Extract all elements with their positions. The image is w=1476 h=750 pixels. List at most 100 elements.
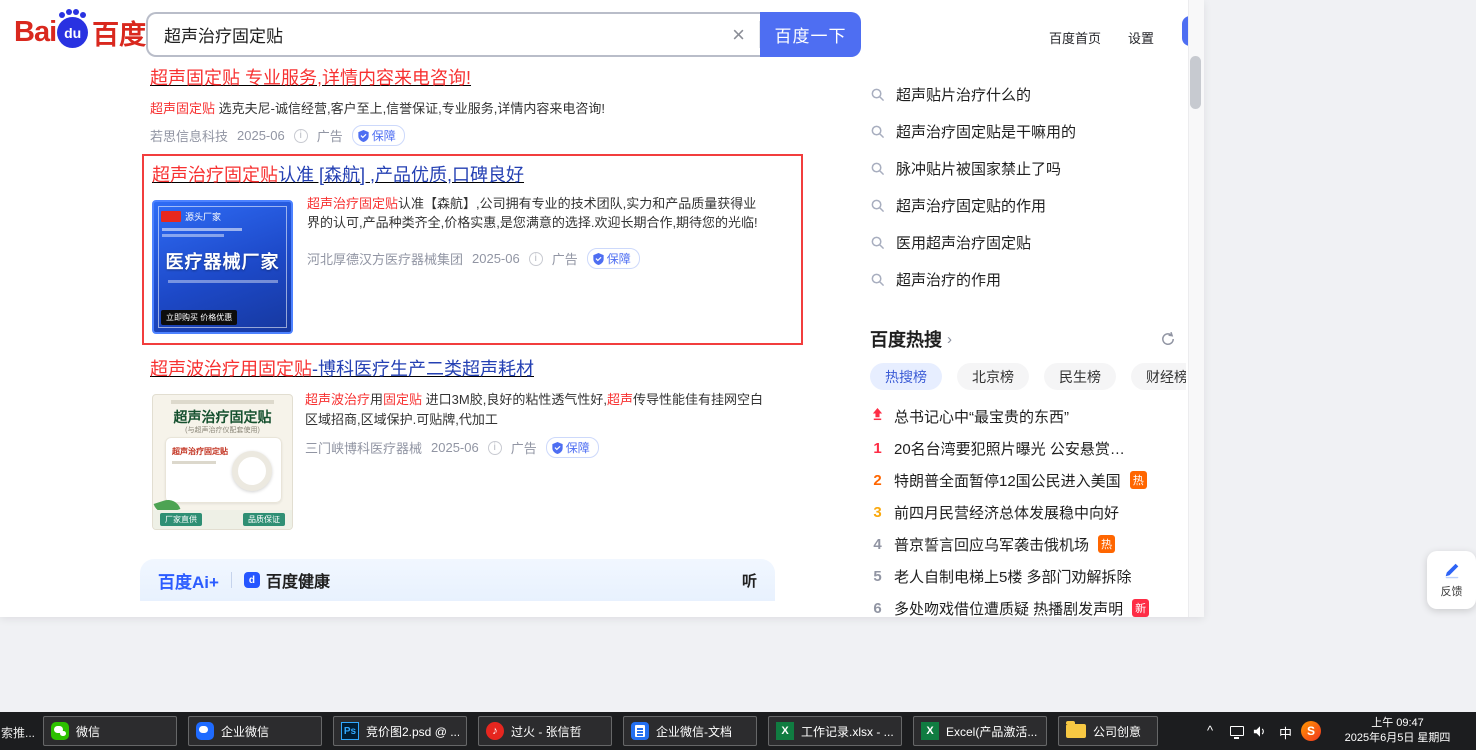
decor-line [171,400,274,404]
baozhang-badge[interactable]: 保障 [587,248,640,269]
search-icon [870,124,885,139]
scrollbar-thumb[interactable] [1190,56,1201,109]
feedback-button[interactable]: 反馈 [1427,551,1476,609]
speaker-icon[interactable] [1253,725,1267,743]
decor-line [162,234,224,237]
browser-page: Bai du 百度 × 百度一下 百度首页 设置 超声固定贴 专业服务,详情内容… [0,0,1204,617]
taskbar-photoshop[interactable]: Ps 竞价图2.psd @ ... [333,716,467,746]
input-language-indicator[interactable]: 中 [1279,723,1292,742]
badge-label: 保障 [607,250,631,267]
top-pin-icon [870,407,885,425]
desc-highlight: 超声治疗固定贴 [307,196,398,211]
photoshop-icon: Ps [341,722,359,740]
result-date: 2025-06 [431,440,479,455]
hot-item-text: 普京誓言回应乌军袭击俄机场 [894,534,1089,555]
related-search-item[interactable]: 超声治疗的作用 [870,261,1188,298]
nav-settings[interactable]: 设置 [1128,28,1154,47]
taskbar-overflow-item[interactable]: 索推... [1,724,39,741]
baozhang-badge[interactable]: 保障 [352,125,405,146]
shield-icon [358,130,369,142]
taskbar-wecom-doc[interactable]: 企业微信-文档 [623,716,757,746]
tab-hot-list[interactable]: 热搜榜 [870,363,942,390]
excel-icon: X [921,722,939,740]
health-d-icon: d [244,572,260,588]
clear-search-icon[interactable]: × [718,24,759,46]
thumb-footer: 厂家直供 品质保证 [153,510,292,529]
refresh-icon[interactable] [1160,331,1176,347]
taskbar-folder[interactable]: 公司创意 [1058,716,1158,746]
decor-line [168,280,278,283]
related-search-item[interactable]: 超声治疗固定贴的作用 [870,187,1188,224]
thumb-buy-button: 立即购买 价格优惠 [161,310,237,325]
taskbar-label: 过火 - 张信哲 [511,723,604,740]
search-icon [870,87,885,102]
taskbar-wechat[interactable]: 微信 [43,716,177,746]
hot-item[interactable]: 3 前四月民营经济总体发展稳中向好 [870,496,1186,528]
result-thumbnail[interactable]: 超声治疗固定贴 (与超声治疗仪配套使用) 超声治疗固定贴 厂家直供 品质保证 [152,394,293,530]
result-source: 若思信息科技 [150,126,228,145]
desc-highlight: 超声波治疗 [305,392,370,407]
taskbar-music-player[interactable]: 过火 - 张信哲 [478,716,612,746]
hot-item[interactable]: 5 老人自制电梯上5楼 多部门劝解拆除 [870,560,1186,592]
desc-highlight: 超声固定贴 [150,101,215,116]
hot-item[interactable]: 1 20名台湾要犯照片曝光 公安悬赏… [870,432,1186,464]
search-result-ad-1: 超声固定贴 专业服务,详情内容来电咨询! 超声固定贴 选克夫尼-诚信经营,客户至… [150,66,810,146]
hot-item[interactable]: 4 普京誓言回应乌军袭击俄机场 热 [870,528,1186,560]
hot-item-text: 特朗普全面暂停12国公民进入美国 [894,470,1121,491]
taskbar-wecom[interactable]: 企业微信 [188,716,322,746]
ad-label: 广告 [511,438,537,457]
taskbar-label: 企业微信-文档 [656,723,749,740]
pencil-icon [1443,561,1461,579]
ad-label: 广告 [552,249,578,268]
related-search-item[interactable]: 超声贴片治疗什么的 [870,76,1188,113]
badge-label: 保障 [566,439,590,456]
hot-search-card: 百度热搜 › 热搜榜 北京榜 民生榜 财经榜 总书记心中“最宝贵的东西” 1 [870,326,1186,617]
nav-baidu-home[interactable]: 百度首页 [1049,28,1101,47]
tab-livelihood-list[interactable]: 民生榜 [1044,363,1116,390]
hot-item-top[interactable]: 总书记心中“最宝贵的东西” [870,400,1186,432]
tab-beijing-list[interactable]: 北京榜 [957,363,1029,390]
listen-button[interactable]: 听 [742,570,757,591]
result-thumbnail[interactable]: 源头厂家 医疗器械厂家 立即购买 价格优惠 [152,200,293,334]
baidu-logo[interactable]: Bai du 百度 [14,13,146,52]
taskbar-clock[interactable]: 上午 09:47 2025年6月5日 星期四 [1335,716,1460,746]
baidu-ai-logo[interactable]: 百度Ai+ [158,568,219,593]
result-source: 河北厚德汉方医疗器械集团 [307,249,463,268]
divider [231,572,232,588]
tab-finance-list[interactable]: 财经榜 [1131,363,1186,390]
taskbar-excel-worklog[interactable]: X 工作记录.xlsx - ... [768,716,902,746]
hot-item[interactable]: 2 特朗普全面暂停12国公民进入美国 热 [870,464,1186,496]
hot-rank: 2 [870,472,885,489]
hot-search-header: 百度热搜 › [870,326,1186,352]
baidu-health-bar: 百度Ai+ d 百度健康 听 [140,559,775,601]
baidu-health-logo[interactable]: 百度健康 [266,568,330,592]
desktop: Bai du 百度 × 百度一下 百度首页 设置 超声固定贴 专业服务,详情内容… [0,0,1476,750]
taskbar-excel-product[interactable]: X Excel(产品激活... [913,716,1047,746]
related-search-label: 脉冲贴片被国家禁止了吗 [896,158,1061,179]
result-description: 超声治疗固定贴认准【森航】,公司拥有专业的技术团队,实力和产品质量获得业界的认可… [307,194,765,232]
search-input[interactable] [148,25,718,45]
baozhang-badge[interactable]: 保障 [546,437,599,458]
promo-tag-icon [161,211,181,222]
display-icon[interactable] [1230,726,1244,736]
result-title[interactable]: 超声治疗固定贴认准 [森航] ,产品优质,口碑良好 [152,163,524,187]
result-title[interactable]: 超声波治疗用固定贴-博科医疗生产二类超声耗材 [150,357,810,381]
music-icon [486,722,504,740]
hot-rank: 6 [870,600,885,617]
related-search-item[interactable]: 医用超声治疗固定贴 [870,224,1188,261]
sogou-input-icon[interactable]: S [1301,721,1321,741]
related-search-item[interactable]: 超声治疗固定贴是干嘛用的 [870,113,1188,150]
search-box: × [146,12,760,57]
hot-search-title[interactable]: 百度热搜 [870,326,942,352]
wechat-icon [51,722,69,740]
tray-chevron-icon[interactable]: ^ [1207,723,1213,738]
taskbar-label: 公司创意 [1093,723,1150,740]
result-title[interactable]: 超声固定贴 专业服务,详情内容来电咨询! [150,66,810,90]
result-title-rest: -博科医疗生产二类超声耗材 [312,359,534,379]
related-search-item[interactable]: 脉冲贴片被国家禁止了吗 [870,150,1188,187]
hot-item[interactable]: 6 多处吻戏借位遭质疑 热播剧发声明 新 [870,592,1186,617]
result-title-rest: 认准 [森航] ,产品优质,口碑良好 [278,165,524,185]
result-meta: 三门峡博科医疗器械 2025-06 广告 保障 [305,437,599,458]
search-button[interactable]: 百度一下 [760,12,861,57]
document-icon [631,722,649,740]
